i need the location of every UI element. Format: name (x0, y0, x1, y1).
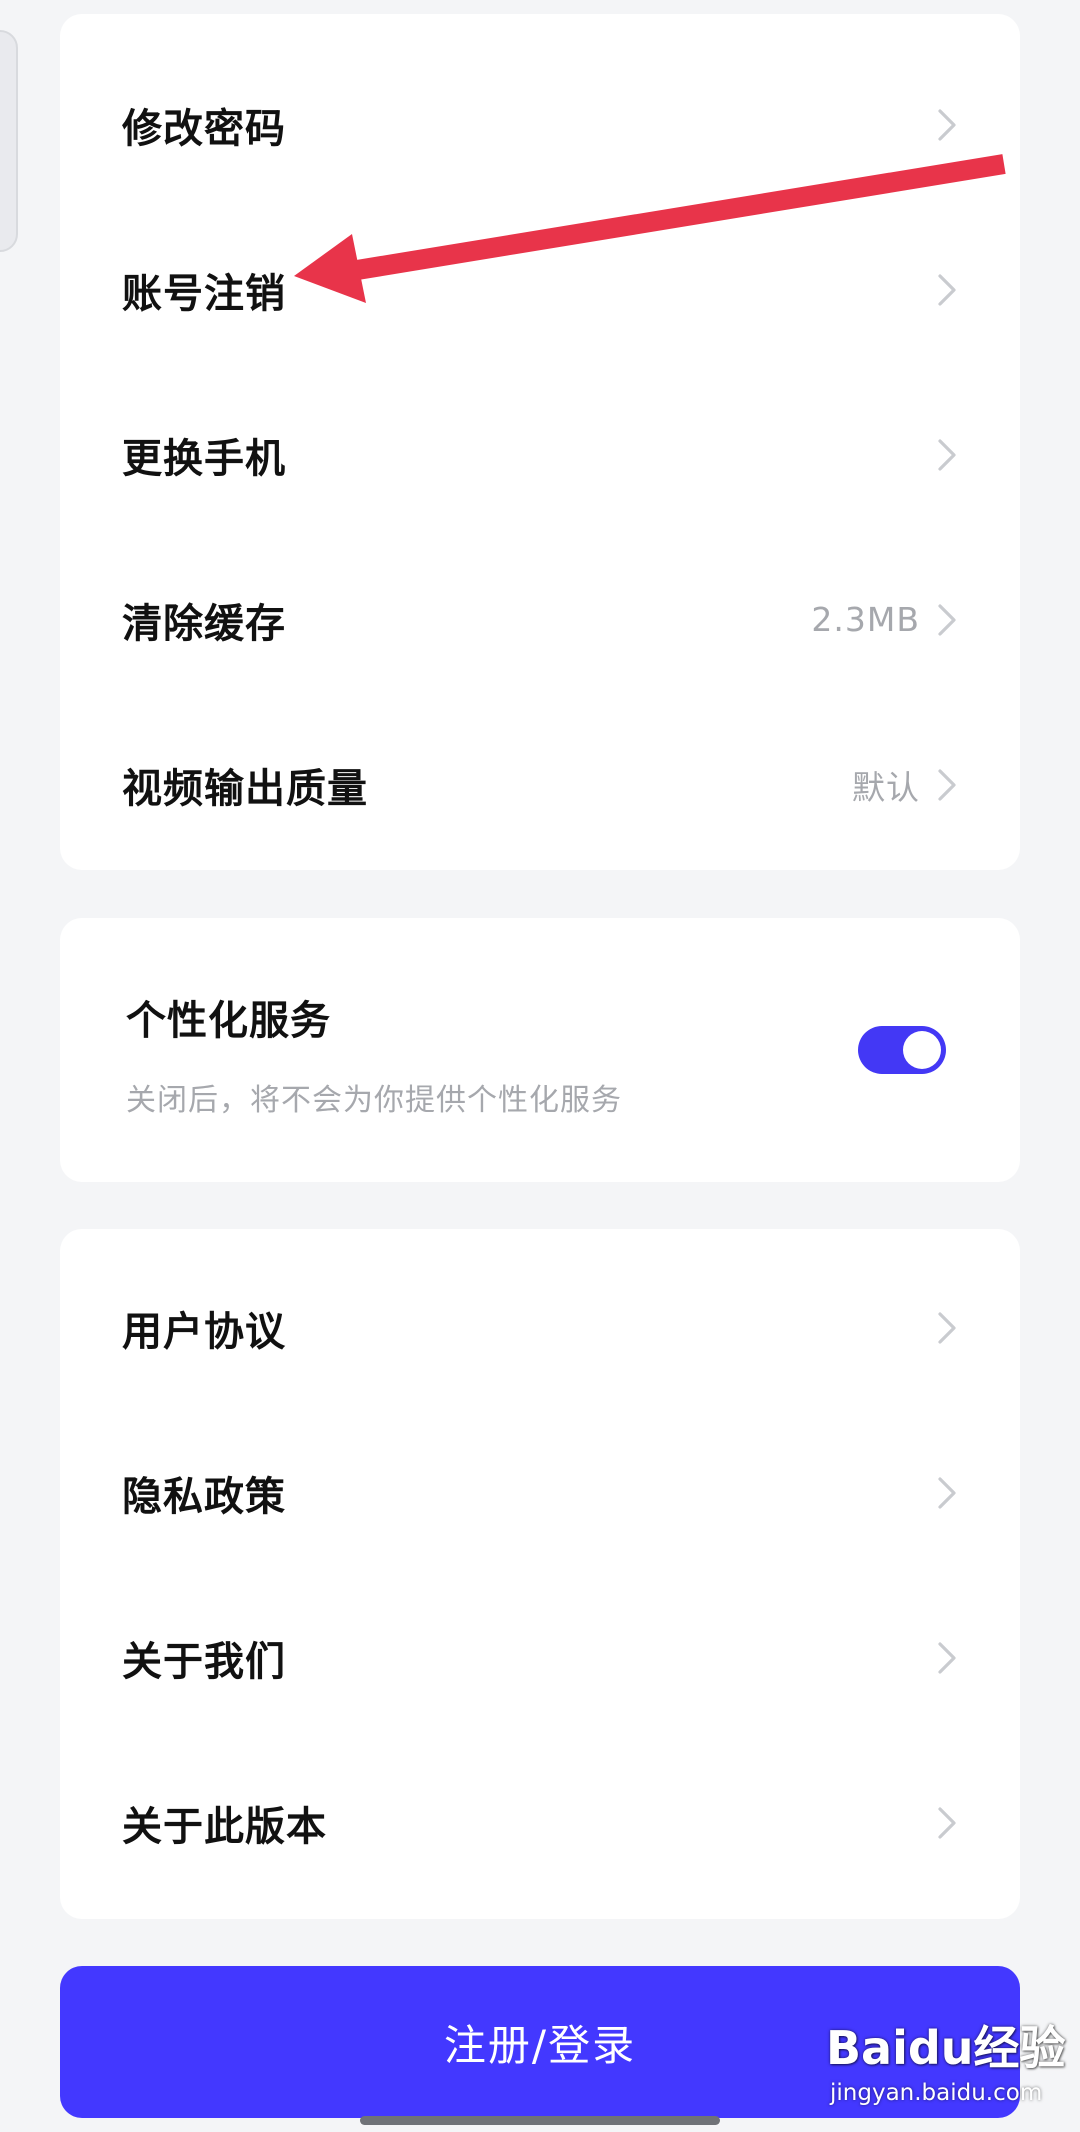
settings-item-label: 用户协议 (122, 1308, 286, 1355)
chevron-right-icon (938, 1311, 956, 1344)
edge-side-tab[interactable] (0, 30, 18, 252)
settings-item-label: 更换手机 (122, 435, 286, 482)
personalization-toggle[interactable] (858, 1026, 946, 1074)
personalization-title: 个性化服务 (126, 998, 331, 1044)
chevron-right-icon (938, 603, 956, 636)
chevron-right-icon (938, 438, 956, 471)
about-card: 用户协议 隐私政策 关于我们 关于此版本 (60, 1229, 1020, 1919)
chevron-right-icon (938, 768, 956, 801)
settings-item-privacy-policy[interactable]: 隐私政策 (60, 1410, 1020, 1575)
toggle-knob (903, 1031, 941, 1069)
settings-item-label: 关于此版本 (122, 1803, 327, 1850)
register-login-label: 注册/登录 (443, 2020, 637, 2070)
settings-item-delete-account[interactable]: 账号注销 (60, 207, 1020, 372)
settings-item-clear-cache[interactable]: 清除缓存 2.3MB (60, 537, 1020, 702)
chevron-right-icon (938, 1806, 956, 1839)
video-quality-value: 默认 (852, 767, 920, 807)
settings-item-user-agreement[interactable]: 用户协议 (60, 1245, 1020, 1410)
baidu-watermark: Baidu经验 jingyan.baidu.com (826, 2012, 1076, 2122)
settings-item-video-quality[interactable]: 视频输出质量 默认 (60, 702, 1020, 867)
settings-item-about-version[interactable]: 关于此版本 (60, 1740, 1020, 1905)
chevron-right-icon (938, 1476, 956, 1509)
settings-item-label: 清除缓存 (122, 600, 286, 647)
settings-item-label: 修改密码 (122, 105, 286, 152)
home-indicator[interactable] (360, 2116, 720, 2125)
chevron-right-icon (938, 108, 956, 141)
personalization-card: 个性化服务 关闭后，将不会为你提供个性化服务 (60, 918, 1020, 1182)
personalization-description: 关闭后，将不会为你提供个性化服务 (126, 1083, 622, 1118)
watermark-logo: Baidu经验 (826, 2021, 1066, 2075)
settings-item-about-us[interactable]: 关于我们 (60, 1575, 1020, 1740)
settings-item-change-password[interactable]: 修改密码 (60, 42, 1020, 207)
settings-item-change-phone[interactable]: 更换手机 (60, 372, 1020, 537)
chevron-right-icon (938, 1641, 956, 1674)
chevron-right-icon (938, 273, 956, 306)
settings-item-label: 视频输出质量 (122, 765, 368, 812)
account-settings-card: 修改密码 账号注销 更换手机 清除缓存 2.3MB 视频输出质量 默认 (60, 14, 1020, 870)
settings-item-label: 隐私政策 (122, 1473, 286, 1520)
settings-item-label: 账号注销 (122, 270, 286, 317)
cache-size-value: 2.3MB (811, 600, 920, 639)
watermark-url: jingyan.baidu.com (830, 2080, 1043, 2106)
settings-item-label: 关于我们 (122, 1638, 286, 1685)
